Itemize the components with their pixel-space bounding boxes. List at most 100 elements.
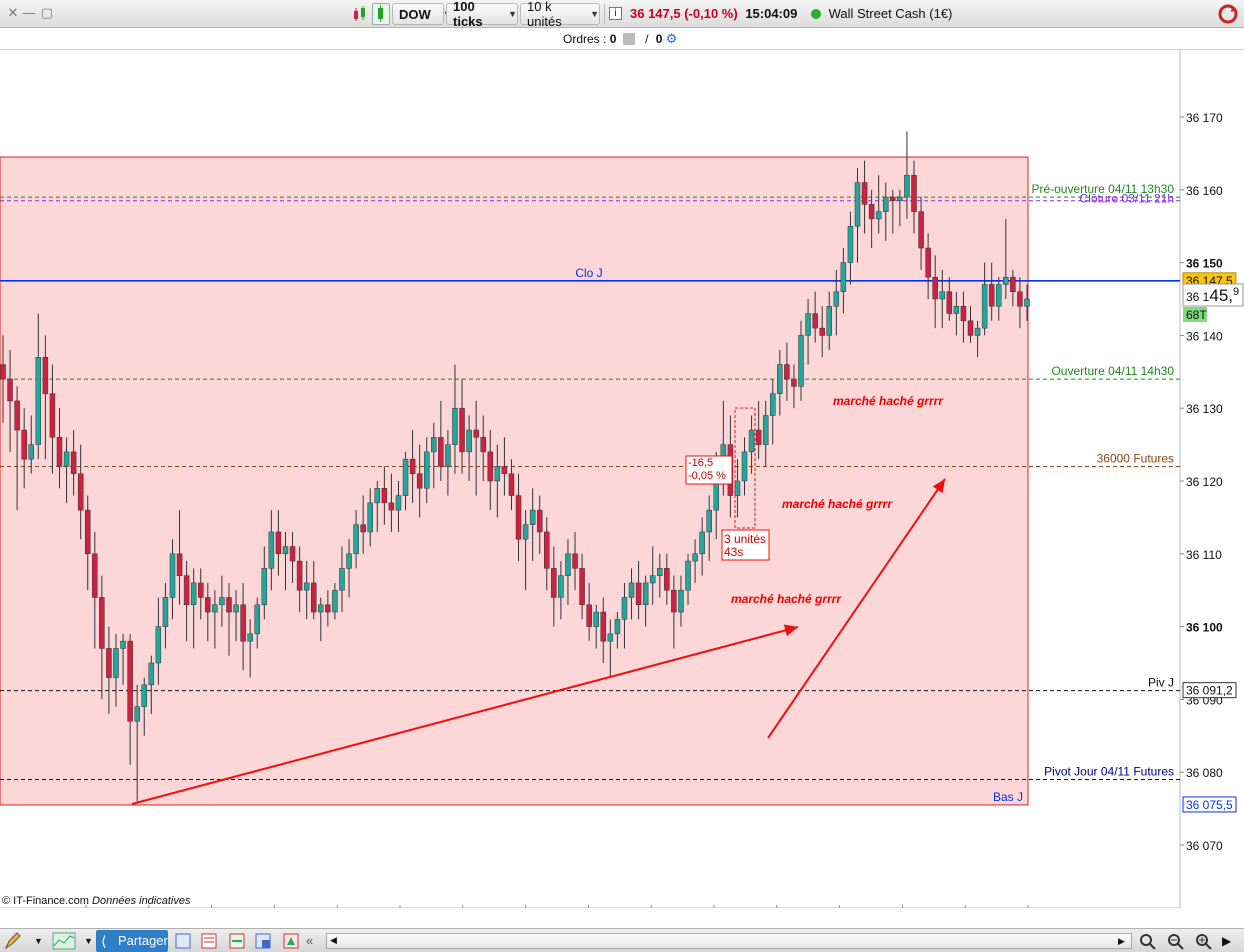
candle-body [805, 313, 811, 336]
quote-time: 15:04:09 [745, 6, 798, 21]
chart-type-icon[interactable] [372, 3, 390, 25]
candle-body [784, 364, 790, 380]
candle-body [63, 451, 70, 467]
candle-body [1017, 291, 1023, 307]
price-tick-label: 36 080 [1186, 766, 1223, 780]
candle-body [515, 495, 522, 540]
candle-body [431, 437, 437, 453]
candle-body [318, 604, 324, 613]
candle-body [190, 582, 197, 606]
minimize-window-icon[interactable]: — [22, 6, 36, 20]
candle-body [798, 335, 804, 387]
symbol-select[interactable]: DOW ▼ [392, 3, 452, 25]
candle-body [438, 437, 444, 467]
candle-body [296, 560, 303, 591]
calculator-icon[interactable] [174, 932, 192, 950]
candle-body [685, 560, 691, 591]
candle-body [197, 582, 204, 598]
candle-body [551, 568, 557, 598]
price-tick-label: 36 160 [1186, 184, 1223, 198]
candle-body [614, 619, 621, 635]
double-chevron-left-icon[interactable]: « [306, 932, 324, 950]
candle-body [247, 633, 253, 642]
candle-body [762, 415, 769, 445]
top-toolbar: ✕ — ▢ DOW ▼ 100 ticks ▼ 10 k unités ▼ i … [0, 0, 1244, 29]
scroll-right-icon[interactable]: ▶ [1118, 932, 1136, 950]
orders-count: 0 [609, 32, 617, 46]
zoom-fit-icon[interactable] [1138, 932, 1156, 950]
candle-body [840, 262, 847, 292]
price-tick-label: 36 100 [1186, 621, 1223, 635]
gear-icon[interactable]: ⚙ [666, 31, 678, 46]
candle-body [240, 604, 246, 642]
candle-body [883, 196, 889, 212]
price-chart[interactable]: Pré-ouverture 04/11 13h30 Clôture 03/11 2… [0, 50, 1244, 908]
candle-body [416, 473, 423, 489]
orders-summary: Ordres : 0 / 0 ⚙ [563, 31, 677, 47]
volume-select[interactable]: 10 k unités ▼ [520, 0, 600, 29]
candle-body [310, 582, 317, 613]
candle-body [826, 306, 833, 336]
candle-body [607, 633, 614, 642]
indicators-icon[interactable] [52, 932, 76, 950]
candle-body [106, 648, 112, 678]
candle-body [600, 611, 607, 642]
alerts-icon[interactable] [282, 932, 300, 950]
candle-body [367, 502, 373, 533]
candle-body [360, 524, 366, 533]
candle-body [141, 684, 147, 707]
candle-body [579, 568, 585, 606]
measure-delta: -16,5 [688, 457, 713, 469]
market-open-dot [810, 9, 821, 19]
candle-body [254, 604, 260, 635]
portfolio-icon[interactable] [254, 932, 272, 950]
share-button[interactable]: ⟨ Partager [96, 930, 168, 952]
price-tick-label: 36 140 [1186, 329, 1223, 343]
candle-body [21, 429, 27, 460]
pencil-icon[interactable] [4, 932, 22, 950]
candle-body [473, 429, 479, 438]
candle-body [748, 429, 755, 453]
candle-body [522, 524, 529, 540]
candle-body [890, 196, 896, 201]
candle-body [621, 597, 628, 620]
candle-body [508, 473, 515, 496]
candle-body [176, 553, 183, 576]
candle-body [325, 604, 331, 613]
candle-body [699, 531, 705, 555]
scroll-left-icon[interactable]: ◀ [330, 935, 337, 946]
level-label: Clo J [575, 266, 602, 280]
positions-icon[interactable] [228, 932, 246, 950]
orders-icon[interactable] [622, 33, 635, 45]
next-page-icon[interactable]: ▶ [1222, 932, 1240, 950]
candle-body [565, 553, 571, 576]
measure-units: 3 unités [724, 532, 766, 546]
zoom-in-icon[interactable] [1194, 932, 1212, 950]
symbol-value: DOW [399, 6, 431, 22]
candle-body [833, 291, 840, 307]
refresh-icon[interactable] [1218, 4, 1238, 24]
candle-body [289, 546, 296, 562]
candle-body [381, 488, 388, 504]
candlestick-icon[interactable] [352, 5, 368, 23]
close-window-icon[interactable]: ✕ [6, 6, 20, 20]
candle-body [671, 589, 677, 613]
candle-body [84, 509, 91, 555]
candle-body [395, 495, 402, 511]
bottom-toolbar: ▼ ▼ ⟨ Partager « ◀ ▶ ▶ [0, 928, 1244, 952]
candle-body [0, 364, 6, 380]
zoom-out-icon[interactable] [1166, 932, 1184, 950]
chart-canvas[interactable]: Pré-ouverture 04/11 13h30Clôture 03/11 2… [0, 50, 1244, 908]
time-scrollbar[interactable]: ◀ [326, 933, 1132, 949]
positions-count: 0 [655, 32, 663, 46]
candle-body [897, 196, 903, 201]
candle-body [544, 531, 550, 569]
maximize-window-icon[interactable]: ▢ [40, 6, 54, 20]
orders-list-icon[interactable] [200, 932, 218, 950]
instrument-name: Wall Street Cash (1€) [828, 6, 953, 21]
candle-body [148, 662, 155, 686]
info-icon[interactable]: i [609, 7, 622, 20]
chevron-down-icon[interactable]: ▼ [34, 932, 52, 950]
candle-body [332, 589, 338, 613]
period-select[interactable]: 100 ticks ▼ [446, 0, 518, 29]
